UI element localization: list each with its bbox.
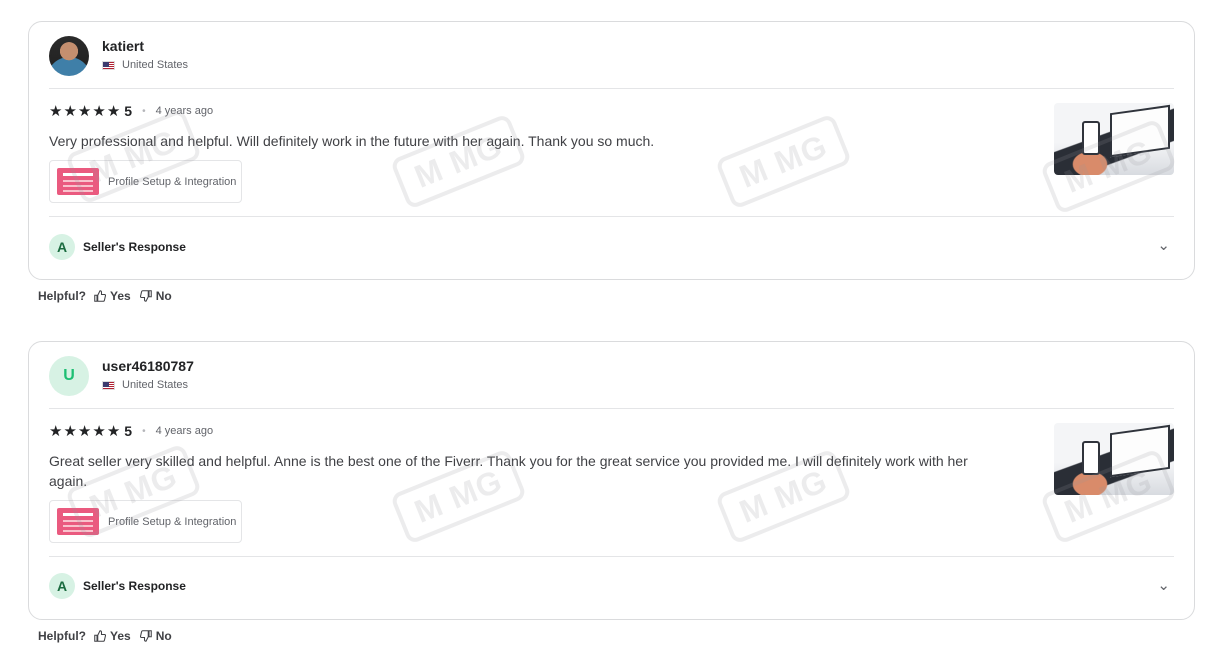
phone-image bbox=[1082, 441, 1100, 475]
divider bbox=[49, 408, 1174, 409]
thumbs-down-icon bbox=[139, 630, 152, 642]
country: United States bbox=[102, 379, 194, 391]
seller-response-label: Seller's Response bbox=[83, 240, 186, 254]
star-icon: ★ bbox=[49, 102, 63, 120]
gig-title: Profile Setup & Integration bbox=[108, 175, 237, 188]
user-info: katiert United States bbox=[102, 37, 188, 71]
separator-dot: • bbox=[142, 105, 146, 117]
seller-avatar: A bbox=[49, 573, 75, 599]
seller-response-toggle[interactable]: A Seller's Response bbox=[49, 573, 186, 599]
review-header: katiert United States bbox=[49, 36, 188, 76]
separator-dot: • bbox=[142, 425, 146, 437]
chevron-down-icon[interactable]: ⌄ bbox=[1157, 576, 1170, 594]
rating-value: 5 bbox=[124, 103, 133, 119]
seller-avatar: A bbox=[49, 234, 75, 260]
star-icon: ★ bbox=[49, 422, 63, 440]
helpful-label: Helpful? bbox=[38, 289, 86, 303]
divider bbox=[49, 88, 1174, 89]
seller-response-toggle[interactable]: A Seller's Response bbox=[49, 234, 186, 260]
gig-title: Profile Setup & Integration bbox=[108, 515, 237, 528]
country-label: United States bbox=[122, 379, 189, 391]
thumbs-down-icon bbox=[139, 290, 152, 302]
star-icon: ★ bbox=[77, 422, 92, 440]
helpful-row: Helpful? Yes No bbox=[38, 628, 181, 644]
phone-image bbox=[1082, 121, 1100, 155]
review-image[interactable] bbox=[1054, 423, 1174, 495]
review-header: U user46180787 United States bbox=[49, 356, 194, 396]
rating-row: ★ ★ ★ ★ ★ 5 • 4 years ago bbox=[49, 102, 213, 120]
gig-thumbnail bbox=[57, 508, 99, 535]
us-flag-icon bbox=[102, 380, 115, 390]
star-icon: ★ bbox=[92, 102, 106, 120]
helpful-yes-button[interactable]: Yes bbox=[94, 289, 131, 303]
helpful-no-label: No bbox=[155, 629, 172, 643]
country: United States bbox=[102, 59, 188, 71]
divider bbox=[49, 216, 1174, 217]
helpful-no-button[interactable]: No bbox=[139, 629, 172, 643]
gig-chip[interactable]: Profile Setup & Integration bbox=[49, 500, 242, 543]
helpful-yes-label: Yes bbox=[110, 629, 131, 643]
review-text: Great seller very skilled and helpful. A… bbox=[49, 453, 968, 489]
star-icon: ★ bbox=[77, 102, 92, 120]
laptop-screen-image bbox=[1110, 104, 1170, 158]
gig-chip[interactable]: Profile Setup & Integration bbox=[49, 160, 242, 203]
gig-thumbnail bbox=[57, 168, 99, 195]
user-info: user46180787 United States bbox=[102, 357, 194, 391]
review-card: U user46180787 United States ★ ★ ★ ★ ★ 5… bbox=[28, 341, 1195, 620]
helpful-yes-button[interactable]: Yes bbox=[94, 629, 131, 643]
star-icon: ★ bbox=[106, 102, 121, 120]
seller-response-label: Seller's Response bbox=[83, 579, 186, 593]
laptop-screen-image bbox=[1110, 424, 1170, 478]
star-icon: ★ bbox=[63, 102, 77, 120]
us-flag-icon bbox=[102, 60, 115, 70]
thumbs-up-icon bbox=[94, 630, 106, 642]
country-label: United States bbox=[122, 59, 189, 71]
helpful-yes-label: Yes bbox=[110, 289, 131, 303]
helpful-no-label: No bbox=[155, 289, 172, 303]
username[interactable]: katiert bbox=[102, 37, 188, 55]
review-time: 4 years ago bbox=[155, 105, 214, 117]
helpful-no-button[interactable]: No bbox=[139, 289, 172, 303]
rating-row: ★ ★ ★ ★ ★ 5 • 4 years ago bbox=[49, 422, 213, 440]
review-image[interactable] bbox=[1054, 103, 1174, 175]
username[interactable]: user46180787 bbox=[102, 357, 194, 375]
rating-value: 5 bbox=[124, 423, 133, 439]
avatar[interactable] bbox=[49, 36, 89, 76]
divider bbox=[49, 556, 1174, 557]
star-icon: ★ bbox=[106, 422, 121, 440]
helpful-row: Helpful? Yes No bbox=[38, 288, 181, 304]
avatar[interactable]: U bbox=[49, 356, 89, 396]
star-icon: ★ bbox=[63, 422, 77, 440]
review-text: Very professional and helpful. Will defi… bbox=[49, 133, 655, 149]
thumbs-up-icon bbox=[94, 290, 106, 302]
star-icon: ★ bbox=[92, 422, 106, 440]
review-time: 4 years ago bbox=[155, 425, 214, 437]
review-card: katiert United States ★ ★ ★ ★ ★ 5 • 4 ye… bbox=[28, 21, 1195, 280]
chevron-down-icon[interactable]: ⌄ bbox=[1157, 236, 1170, 254]
helpful-label: Helpful? bbox=[38, 629, 86, 643]
